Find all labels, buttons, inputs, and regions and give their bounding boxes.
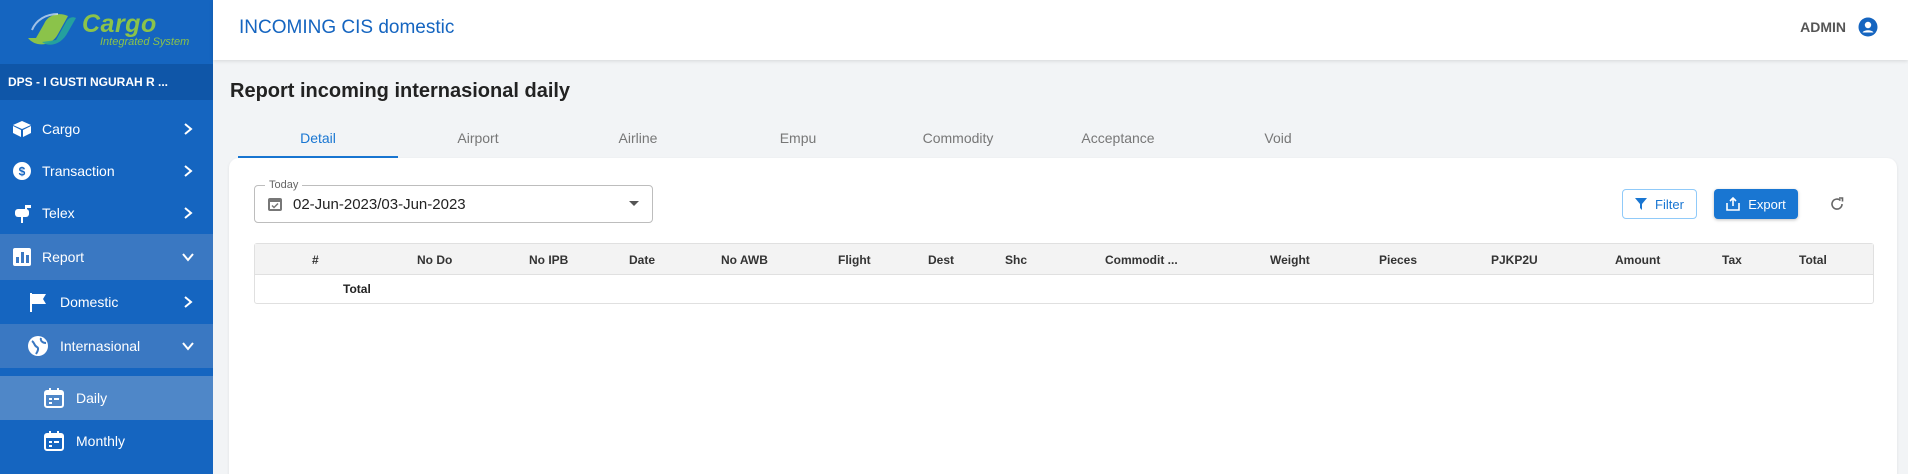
column-header-no-do: No Do [417, 253, 453, 267]
logo-title: Cargo [82, 10, 157, 38]
sidebar-item-cargo[interactable]: Cargo [0, 108, 213, 150]
station-name: DPS - I GUSTI NGURAH R ... [0, 64, 213, 100]
column-header-total: Total [1799, 253, 1827, 267]
column-header-flight: Flight [838, 253, 871, 267]
logo[interactable]: Cargo Integrated System [0, 0, 213, 60]
top-bar: INCOMING CIS domestic ADMIN [213, 0, 1908, 60]
export-icon [1726, 197, 1741, 211]
sidebar-item-label: Telex [42, 205, 75, 221]
sidebar-item-label: Domestic [60, 294, 119, 310]
column-header-tax: Tax [1722, 253, 1742, 267]
sidebar-item-label: Internasional [60, 338, 141, 354]
logo-icon [28, 13, 76, 45]
tab-airport[interactable]: Airport [398, 118, 558, 158]
sidebar-item-telex[interactable]: Telex [0, 192, 213, 234]
account-icon [1858, 17, 1878, 37]
user-name: ADMIN [1800, 19, 1846, 35]
column-header-amount: Amount [1615, 253, 1661, 267]
globe-icon [26, 334, 50, 358]
svg-text:$: $ [19, 165, 26, 179]
chevron-right-icon [184, 207, 193, 219]
chevron-down-icon [182, 253, 194, 262]
chevron-right-icon [184, 165, 193, 177]
column-header-no-awb: No AWB [721, 253, 768, 267]
box-icon [10, 117, 34, 141]
mailbox-icon [10, 201, 34, 225]
column-header-no-ipb: No IPB [529, 253, 569, 267]
calendar-check-icon [268, 198, 282, 211]
sidebar-item-label: Daily [76, 390, 108, 406]
table-total-row: Total [255, 275, 1873, 303]
tab-detail[interactable]: Detail [238, 118, 398, 158]
app-title: INCOMING CIS domestic [239, 17, 455, 38]
sidebar-item-daily[interactable]: Daily [0, 376, 213, 420]
chevron-right-icon [184, 123, 193, 135]
sidebar-item-label: Monthly [76, 433, 126, 449]
report-card: Today 02-Jun-2023/03-Jun-2023 Filter Exp… [229, 158, 1897, 474]
date-range-label: Today [265, 179, 303, 191]
tab-void[interactable]: Void [1198, 118, 1358, 158]
report-table: # No Do No IPB Date No AWB Flight Dest S… [254, 243, 1874, 304]
column-header-pjkp2u: PJKP2U [1491, 253, 1538, 267]
sidebar: Cargo Integrated System DPS - I GUSTI NG… [0, 0, 213, 474]
sidebar-item-label: Report [42, 249, 85, 265]
date-range-value: 02-Jun-2023/03-Jun-2023 [293, 195, 466, 213]
logo-subtitle: Integrated System [100, 36, 190, 48]
report-tabs: Detail Airport Airline Empu Commodity Ac… [238, 118, 1358, 158]
column-header-commodity: Commodit ... [1105, 253, 1178, 267]
column-header-weight: Weight [1270, 253, 1310, 267]
dollar-icon: $ [10, 159, 34, 183]
column-header-date: Date [629, 253, 656, 267]
total-label: Total [343, 282, 371, 296]
filter-icon [1635, 198, 1648, 210]
sidebar-item-label: Cargo [42, 121, 81, 137]
table-header: # No Do No IPB Date No AWB Flight Dest S… [255, 244, 1873, 275]
sidebar-item-transaction[interactable]: $ Transaction [0, 150, 213, 192]
calendar-icon [42, 386, 66, 410]
sidebar-item-report[interactable]: Report [0, 234, 213, 280]
column-header-shc: Shc [1005, 253, 1028, 267]
caret-down-icon [629, 201, 639, 206]
chevron-right-icon [184, 296, 193, 308]
sidebar-item-internasional[interactable]: Internasional [0, 324, 213, 368]
flag-icon [26, 290, 50, 314]
sidebar-item-label: Transaction [42, 163, 115, 179]
tab-airline[interactable]: Airline [558, 118, 718, 158]
filter-label: Filter [1655, 196, 1684, 212]
refresh-icon [1831, 197, 1844, 210]
refresh-button[interactable] [1827, 194, 1847, 214]
user-menu[interactable]: ADMIN [1800, 17, 1878, 37]
tab-acceptance[interactable]: Acceptance [1038, 118, 1198, 158]
sidebar-item-monthly[interactable]: Monthly [0, 420, 213, 462]
column-header-pieces: Pieces [1379, 253, 1418, 267]
column-header-index: # [312, 253, 319, 267]
calendar-icon [42, 429, 66, 453]
tab-commodity[interactable]: Commodity [878, 118, 1038, 158]
column-header-dest: Dest [928, 253, 955, 267]
date-range-picker[interactable]: Today 02-Jun-2023/03-Jun-2023 [254, 179, 653, 223]
tab-empu[interactable]: Empu [718, 118, 878, 158]
page-title: Report incoming internasional daily [230, 80, 571, 102]
export-label: Export [1748, 196, 1786, 212]
sidebar-item-domestic[interactable]: Domestic [0, 280, 213, 324]
filter-button[interactable]: Filter [1622, 189, 1697, 219]
chart-icon [10, 245, 34, 269]
export-button[interactable]: Export [1714, 189, 1798, 219]
chevron-down-icon [182, 342, 194, 351]
